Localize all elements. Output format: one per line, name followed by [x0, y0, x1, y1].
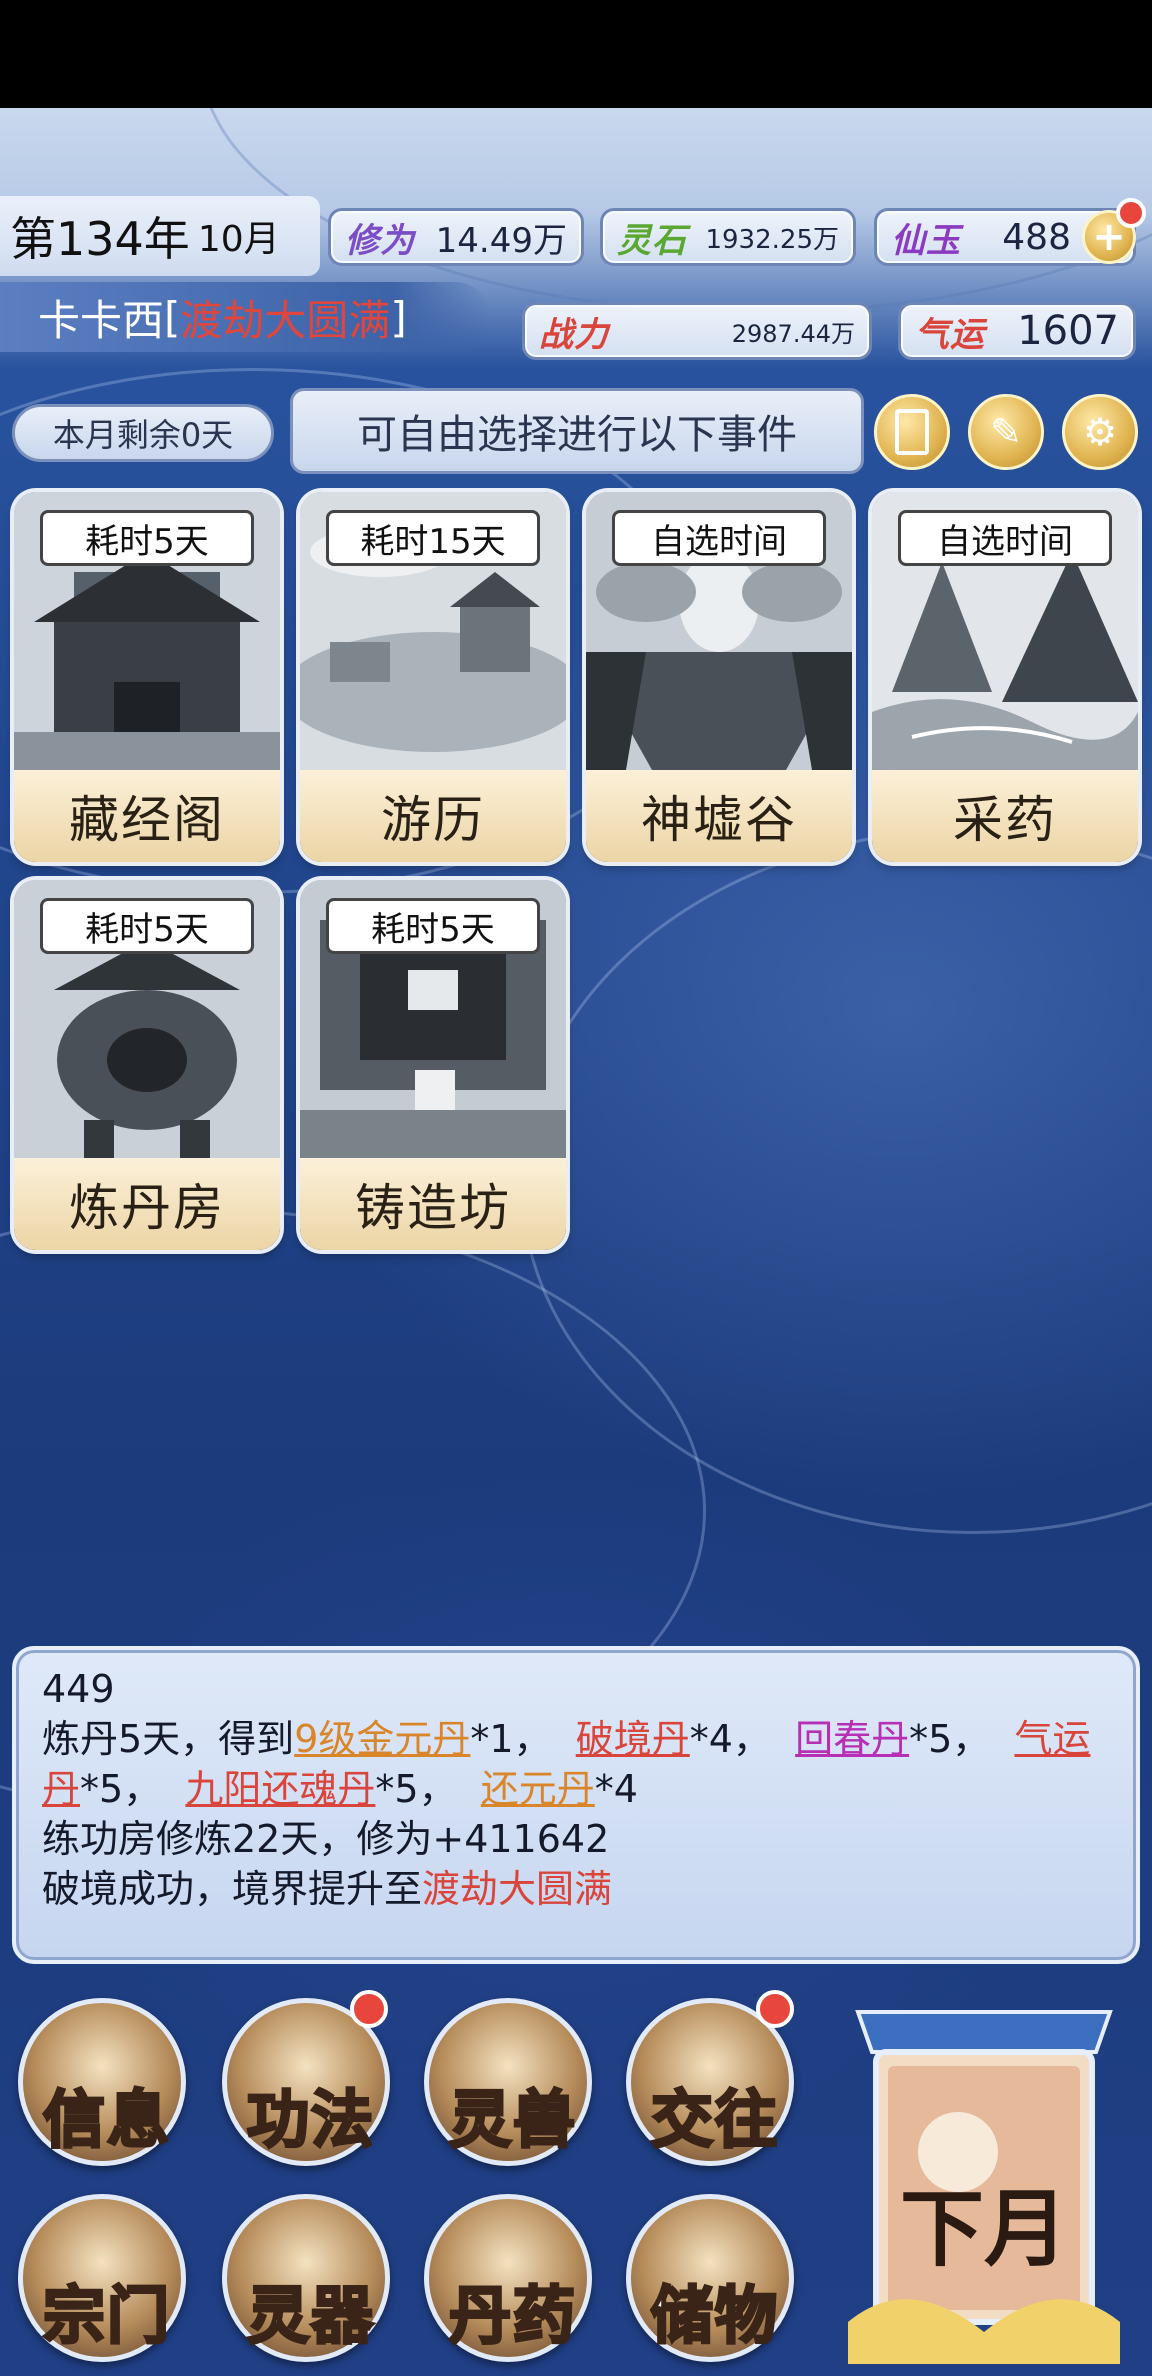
quill-button[interactable]: ✎ — [968, 394, 1044, 470]
date-plate: 第134年 10月 — [0, 196, 320, 276]
log-line: 丹*5， 九阳还魂丹*5， 还元丹*4 — [42, 1764, 1110, 1814]
log-text: *5， — [909, 1717, 991, 1761]
player-nameplate: 卡卡西 [ 渡劫大圆满 ] — [0, 282, 490, 352]
item-link[interactable]: 丹 — [42, 1767, 80, 1811]
realm-bracket-open: [ — [164, 292, 181, 342]
spirit-stone-value: 1932.25万 — [705, 224, 839, 255]
menu-info-button[interactable]: 信息 — [18, 1998, 186, 2166]
event-title: 铸造坊 — [300, 1158, 566, 1250]
realm-bracket-close: ] — [390, 292, 407, 342]
event-log-panel: 449 炼丹5天，得到9级金元丹*1， 破境丹*4， 回春丹*5， 气运 丹*5… — [12, 1646, 1140, 1964]
item-link[interactable]: 破境丹 — [576, 1717, 690, 1761]
power-label: 战力 — [539, 314, 609, 355]
log-line: 449 — [42, 1664, 1110, 1714]
notification-dot — [1116, 198, 1146, 228]
menu-label: 丹药 — [447, 2278, 577, 2354]
log-line: 练功房修炼22天，修为+411642 — [42, 1814, 1110, 1864]
jade-label: 仙玉 — [891, 220, 961, 261]
jade-value: 488 — [1002, 216, 1071, 258]
event-card-valley[interactable]: 自选时间 神墟谷 — [586, 492, 852, 862]
event-time-tag: 耗时5天 — [326, 898, 540, 954]
item-link[interactable]: 9级金元丹 — [294, 1717, 470, 1761]
event-time-tag: 耗时5天 — [40, 898, 254, 954]
power-value: 2987.44万 — [731, 319, 855, 348]
power-stat: 战力 2987.44万 — [522, 302, 872, 360]
cultivation-label: 修为 — [345, 220, 415, 261]
spirit-stone-label: 灵石 — [617, 220, 687, 261]
event-time-tag: 耗时5天 — [40, 510, 254, 566]
event-title: 炼丹房 — [14, 1158, 280, 1250]
log-text: *5， — [80, 1767, 162, 1811]
event-title: 游历 — [300, 770, 566, 862]
menu-label: 储物 — [649, 2278, 779, 2354]
menu-label: 宗门 — [41, 2278, 171, 2354]
gear-icon: ⚙ — [1082, 410, 1118, 454]
notification-dot — [756, 1990, 794, 2028]
event-card-travel[interactable]: 耗时15天 游历 — [300, 492, 566, 862]
menu-pills-button[interactable]: 丹药 — [424, 2194, 592, 2362]
player-name: 卡卡西 — [38, 295, 165, 345]
luck-label: 气运 — [915, 314, 985, 355]
cards-button[interactable] — [874, 394, 950, 470]
log-text: *4 — [594, 1767, 638, 1811]
menu-label: 灵器 — [245, 2278, 375, 2354]
event-card-herbs[interactable]: 自选时间 采药 — [872, 492, 1138, 862]
item-link[interactable]: 九阳还魂丹 — [185, 1767, 375, 1811]
days-left: 本月剩余0天 — [52, 416, 234, 454]
luck-value: 1607 — [1017, 308, 1119, 354]
event-time-tag: 自选时间 — [612, 510, 826, 566]
log-text: 炼丹5天，得到 — [42, 1717, 295, 1761]
event-card-forge[interactable]: 耗时5天 铸造坊 — [300, 880, 566, 1250]
event-prompt: 可自由选择进行以下事件 — [357, 412, 797, 458]
year-label: 第134年 — [10, 212, 190, 266]
log-line: 破境成功，境界提升至渡劫大圆满 — [42, 1864, 1110, 1914]
menu-label: 功法 — [245, 2082, 375, 2158]
log-text: 449 — [42, 1667, 115, 1711]
settings-button[interactable]: ⚙ — [1062, 394, 1138, 470]
notification-dot — [350, 1990, 388, 2028]
event-title: 采药 — [872, 770, 1138, 862]
log-text: *4， — [689, 1717, 771, 1761]
menu-storage-button[interactable]: 储物 — [626, 2194, 794, 2362]
menu-sect-button[interactable]: 宗门 — [18, 2194, 186, 2362]
event-prompt-banner: 可自由选择进行以下事件 — [290, 388, 864, 474]
next-month-button[interactable]: 下月 — [848, 1992, 1120, 2364]
event-time-tag: 耗时15天 — [326, 510, 540, 566]
menu-artifacts-button[interactable]: 灵器 — [222, 2194, 390, 2362]
menu-label: 交往 — [649, 2082, 779, 2158]
log-text: 练功房修炼22天，修为+411642 — [42, 1817, 610, 1861]
month-label: 10月 — [197, 219, 280, 260]
log-text: *1， — [470, 1717, 552, 1761]
event-title: 藏经阁 — [14, 770, 280, 862]
menu-label: 灵兽 — [447, 2082, 577, 2158]
quill-icon: ✎ — [990, 410, 1022, 454]
spirit-stone-stat: 灵石 1932.25万 — [600, 208, 856, 266]
menu-beasts-button[interactable]: 灵兽 — [424, 1998, 592, 2166]
log-text: *5， — [375, 1767, 457, 1811]
event-card-library[interactable]: 耗时5天 藏经阁 — [14, 492, 280, 862]
event-title: 神墟谷 — [586, 770, 852, 862]
menu-label: 信息 — [41, 2082, 171, 2158]
item-link[interactable]: 气运 — [1014, 1717, 1090, 1761]
cultivation-value: 14.49万 — [435, 220, 567, 261]
event-time-tag: 自选时间 — [898, 510, 1112, 566]
status-bar — [0, 0, 1152, 108]
event-card-alchemy[interactable]: 耗时5天 炼丹房 — [14, 880, 280, 1250]
card-icon — [895, 409, 929, 455]
log-text: 破境成功，境界提升至 — [42, 1867, 423, 1911]
item-link[interactable]: 还元丹 — [481, 1767, 595, 1811]
realm-text: 渡劫大圆满 — [422, 1867, 613, 1911]
cultivation-stat: 修为 14.49万 — [328, 208, 584, 266]
item-link[interactable]: 回春丹 — [795, 1717, 909, 1761]
player-realm: 渡劫大圆满 — [180, 295, 391, 345]
luck-stat: 气运 1607 — [898, 302, 1136, 360]
next-month-label: 下月 — [899, 2179, 1068, 2278]
days-left-pill: 本月剩余0天 — [12, 404, 274, 462]
log-line: 炼丹5天，得到9级金元丹*1， 破境丹*4， 回春丹*5， 气运 — [42, 1714, 1110, 1764]
